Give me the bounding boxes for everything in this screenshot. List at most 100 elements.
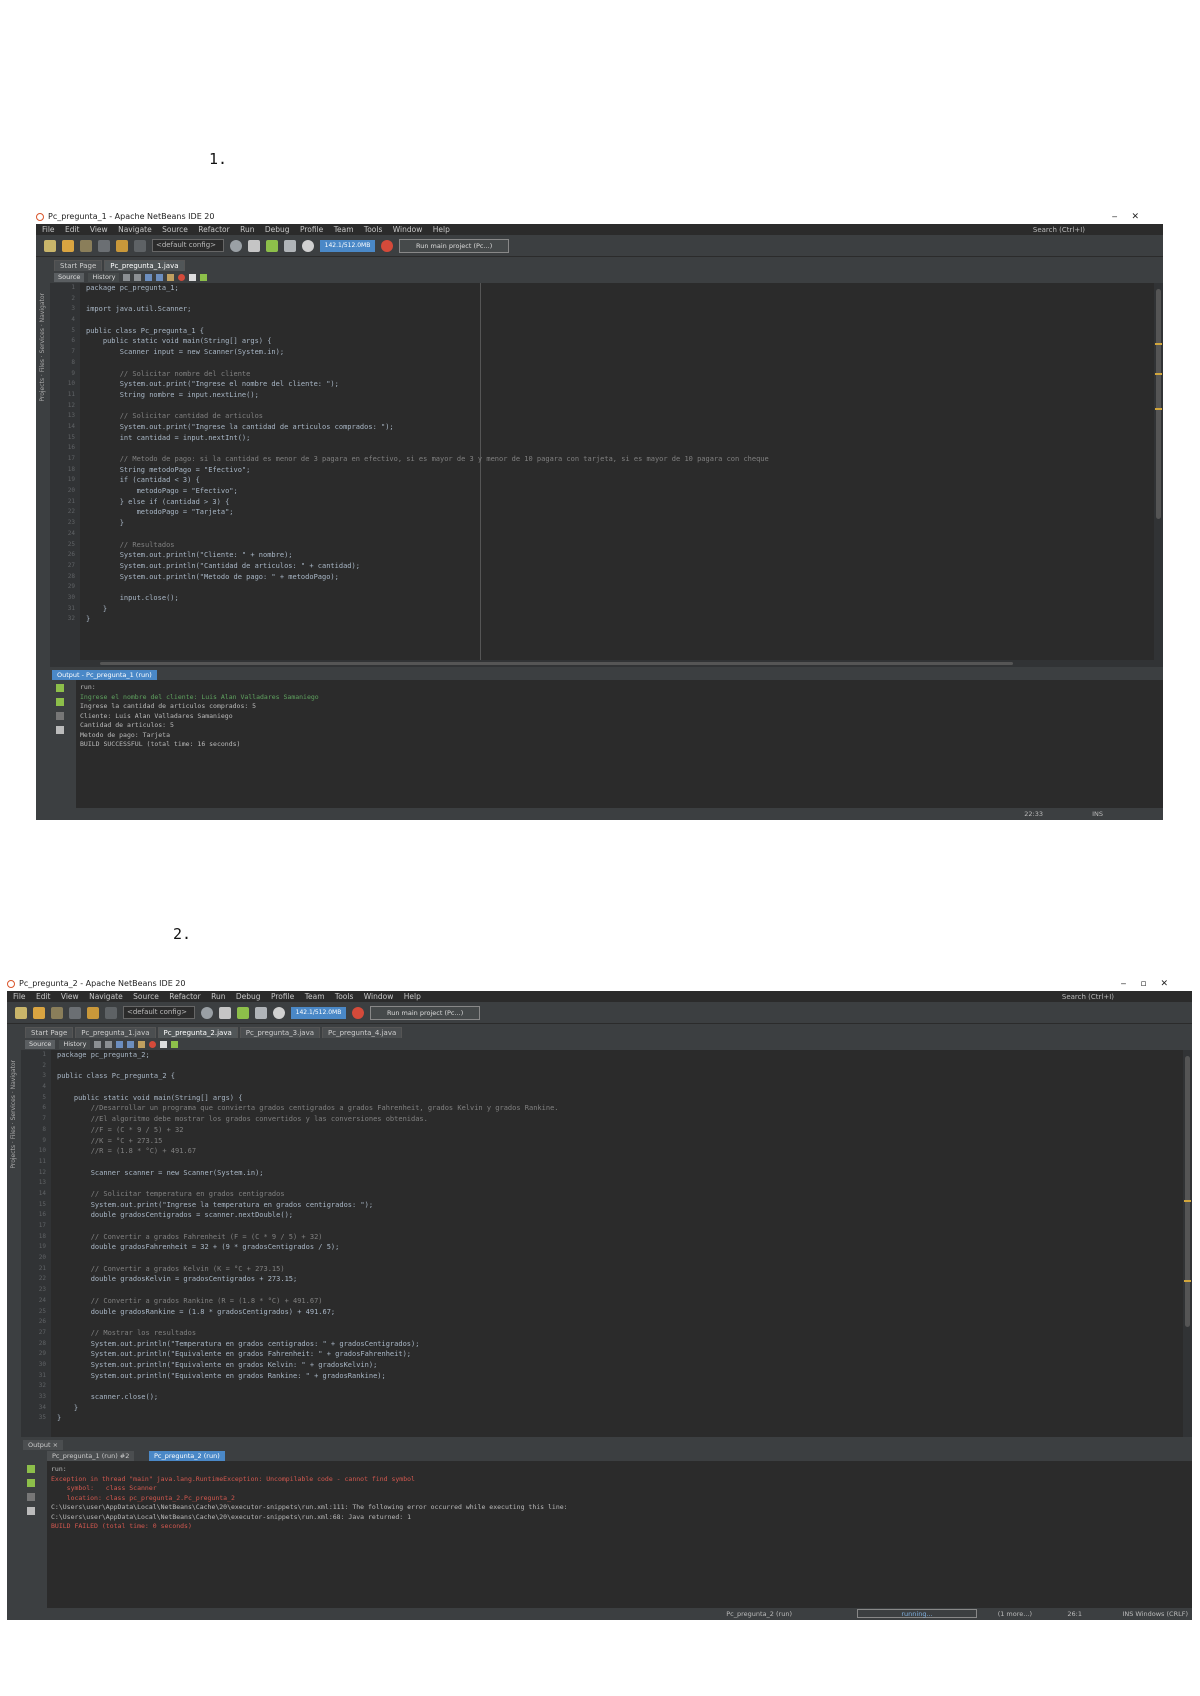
code-line[interactable]: String metodoPago = "Efectivo"; [86,465,1151,476]
code-line[interactable] [57,1253,1180,1264]
new-file-icon[interactable] [33,1006,45,1019]
settings-icon[interactable] [27,1507,35,1515]
code-line[interactable]: public static void main(String[] args) { [86,336,1151,347]
search-input[interactable]: Search (Ctrl+I) [1033,225,1085,236]
code-line[interactable]: package pc_pregunta_1; [86,283,1151,294]
code-line[interactable]: System.out.print("Ingrese la temperatura… [57,1200,1180,1211]
redo-icon[interactable] [134,239,146,252]
menu-source[interactable]: Source [162,225,188,234]
warning-marker[interactable] [1184,1280,1191,1282]
menu-navigate[interactable]: Navigate [118,225,152,234]
code-line[interactable] [57,1178,1180,1189]
menu-run[interactable]: Run [211,992,225,1001]
menu-edit[interactable]: Edit [65,225,80,234]
menu-help[interactable]: Help [433,225,450,234]
profiler-box[interactable]: Run main project (Pc...) [399,238,509,253]
code-line[interactable]: System.out.println("Equivalente en grado… [57,1349,1180,1360]
menu-file[interactable]: File [13,992,26,1001]
code-line[interactable]: } [57,1413,1180,1424]
code-line[interactable] [57,1221,1180,1232]
output-header[interactable]: Output × [23,1440,64,1450]
gc-icon[interactable] [352,1006,364,1019]
build-icon[interactable] [201,1006,213,1019]
output-tab[interactable]: Output - Pc_pregunta_1 (run) [52,670,157,680]
code-line[interactable]: System.out.print("Ingrese el nombre del … [86,379,1151,390]
warning-marker[interactable] [1155,373,1162,375]
redo-icon[interactable] [105,1006,117,1019]
save-all-icon[interactable] [69,1006,81,1019]
code-line[interactable]: // Resultados [86,540,1151,551]
code-line[interactable] [57,1381,1180,1392]
tab-pc-pregunta-1[interactable]: Pc_pregunta_1.java [104,260,185,271]
tab-pc-pregunta-3[interactable]: Pc_pregunta_3.java [239,1027,321,1038]
code-line[interactable]: System.out.print("Ingrese la cantidad de… [86,422,1151,433]
tab-start-page[interactable]: Start Page [54,260,103,271]
menu-view[interactable]: View [90,225,108,234]
forward-icon[interactable] [134,273,142,281]
run-icon[interactable] [237,1006,249,1019]
bookmark-icon[interactable] [138,1040,146,1048]
back-icon[interactable] [123,273,131,281]
code-line[interactable]: // Convertir a grados Kelvin (K = °C + 2… [57,1264,1180,1275]
code-line[interactable]: System.out.println("Cliente: " + nombre)… [86,550,1151,561]
code-line[interactable]: //R = (1.8 * °C) + 491.67 [57,1146,1180,1157]
menu-file[interactable]: File [42,225,55,234]
code-line[interactable]: // Solicitar nombre del cliente [86,369,1151,380]
warning-marker[interactable] [1155,408,1162,410]
progress-bar[interactable]: running... [857,1609,977,1618]
tab-start-page[interactable]: Start Page [25,1027,74,1038]
code-line[interactable]: double gradosFahrenheit = 32 + (9 * grad… [57,1242,1180,1253]
code-line[interactable]: //El algoritmo debe mostrar los grados c… [57,1114,1180,1125]
find-next-icon[interactable] [127,1040,135,1048]
left-side-panels[interactable]: Projects · Files · Services · Navigator [7,1050,21,1608]
source-button[interactable]: Source [54,272,85,282]
code-line[interactable] [86,401,1151,412]
code-line[interactable]: double gradosKelvin = gradosCentigrados … [57,1274,1180,1285]
code-line[interactable]: double gradosCentigrados = scanner.nextD… [57,1210,1180,1221]
left-side-panels[interactable]: Projects · Files · Services · Navigator [36,283,50,808]
code-line[interactable]: // Convertir a grados Fahrenheit (F = (C… [57,1232,1180,1243]
find-icon[interactable] [145,273,153,281]
clean-build-icon[interactable] [219,1006,231,1019]
tab-pc-pregunta-4[interactable]: Pc_pregunta_4.java [322,1027,403,1038]
code-line[interactable]: } else if (cantidad > 3) { [86,497,1151,508]
menu-window[interactable]: Window [364,992,394,1001]
code-line[interactable]: metodoPago = "Tarjeta"; [86,507,1151,518]
source-code[interactable]: package pc_pregunta_1; import java.util.S… [86,283,1151,625]
source-button[interactable]: Source [25,1039,56,1049]
menu-edit[interactable]: Edit [36,992,51,1001]
menu-debug[interactable]: Debug [265,225,290,234]
code-line[interactable]: //Desarrollar un programa que convierta … [57,1103,1180,1114]
config-select[interactable]: <default config> [152,239,224,252]
config-select[interactable]: <default config> [123,1006,195,1019]
code-line[interactable]: } [86,604,1151,615]
code-line[interactable]: System.out.println("Metodo de pago: " + … [86,572,1151,583]
code-line[interactable]: // Solicitar cantidad de articulos [86,411,1151,422]
menu-tools[interactable]: Tools [335,992,353,1001]
code-line[interactable] [57,1317,1180,1328]
debug-icon[interactable] [255,1006,267,1019]
status-more-errors[interactable]: (1 more...) [998,1608,1032,1620]
vertical-scrollbar[interactable] [1183,1050,1192,1437]
debug-icon[interactable] [284,239,296,252]
menu-view[interactable]: View [61,992,79,1001]
code-editor[interactable]: 1 2 3 4 5 6 7 8 9 10 11 12 13 14 15 16 17 18 19 20 21 22 23 24 2… [50,283,1163,667]
output-text[interactable]: run: Ingrese el nombre del cliente: Luis … [80,683,1153,750]
memory-indicator[interactable]: 142.1/512.0MB [320,239,375,252]
stop-icon[interactable] [27,1493,35,1501]
comment-icon[interactable] [171,1040,179,1048]
code-editor[interactable]: 1 2 3 4 5 6 7 8 9 10 11 12 13 14 15 16 17 18 19 20 21 22 23 24 2… [21,1050,1192,1437]
profile-icon[interactable] [273,1006,285,1019]
menu-profile[interactable]: Profile [300,225,323,234]
projects-panel-label[interactable]: Projects · Files · Services · Navigator [10,1060,17,1169]
code-line[interactable]: //F = (C * 9 / 5) + 32 [57,1125,1180,1136]
menu-run[interactable]: Run [240,225,254,234]
back-icon[interactable] [94,1040,102,1048]
menu-team[interactable]: Team [305,992,325,1001]
code-line[interactable] [86,582,1151,593]
settings-icon[interactable] [56,726,64,734]
code-line[interactable]: // Convertir a grados Rankine (R = (1.8 … [57,1296,1180,1307]
code-line[interactable] [86,358,1151,369]
memory-indicator[interactable]: 142.1/512.0MB [291,1006,346,1019]
run-icon[interactable] [266,239,278,252]
